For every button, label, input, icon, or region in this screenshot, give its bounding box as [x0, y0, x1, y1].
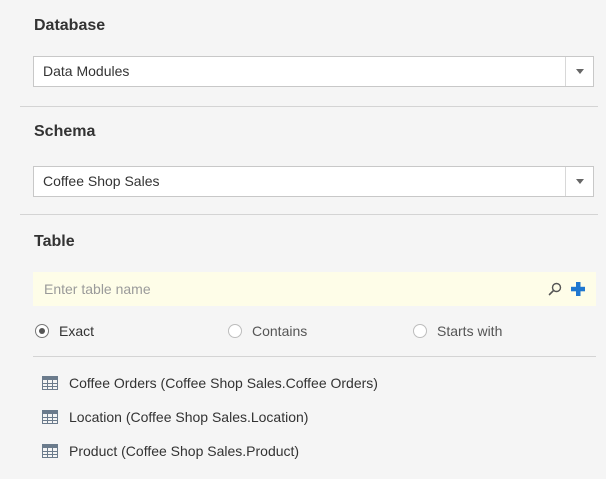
- database-select-value: Data Modules: [43, 63, 130, 79]
- database-dropdown-button[interactable]: [565, 57, 593, 86]
- table-icon: [42, 444, 58, 458]
- add-icon[interactable]: [570, 281, 586, 297]
- search-icon[interactable]: [548, 282, 562, 296]
- divider: [20, 214, 598, 215]
- table-list-item[interactable]: Product (Coffee Shop Sales.Product): [33, 434, 596, 468]
- schema-select[interactable]: Coffee Shop Sales: [33, 166, 594, 197]
- radio-contains[interactable]: Contains: [228, 319, 307, 343]
- radio-label: Contains: [252, 323, 308, 339]
- schema-dropdown-button[interactable]: [565, 167, 593, 196]
- radio-button[interactable]: [413, 324, 427, 338]
- divider: [33, 356, 596, 357]
- data-source-panel: Database Data Modules Schema Coffee Shop…: [0, 0, 606, 479]
- table-search-box: [33, 272, 596, 306]
- radio-starts-with[interactable]: Starts with: [413, 319, 502, 343]
- match-options: Exact Contains Starts with: [0, 319, 606, 343]
- divider: [20, 106, 598, 107]
- table-heading: Table: [34, 233, 75, 250]
- radio-exact[interactable]: Exact: [35, 319, 94, 343]
- table-name-input[interactable]: [33, 272, 533, 306]
- table-item-label: Coffee Orders (Coffee Shop Sales.Coffee …: [69, 375, 378, 391]
- table-list-item[interactable]: Coffee Orders (Coffee Shop Sales.Coffee …: [33, 366, 596, 400]
- table-item-label: Product (Coffee Shop Sales.Product): [69, 443, 300, 459]
- schema-select-value: Coffee Shop Sales: [43, 173, 160, 189]
- table-item-label: Location (Coffee Shop Sales.Location): [69, 409, 309, 425]
- chevron-down-icon: [576, 179, 584, 184]
- database-select[interactable]: Data Modules: [33, 56, 594, 87]
- database-heading: Database: [34, 17, 106, 34]
- radio-label: Exact: [59, 323, 95, 339]
- table-icon: [42, 376, 58, 390]
- schema-heading: Schema: [34, 123, 96, 140]
- table-icon: [42, 410, 58, 424]
- chevron-down-icon: [576, 69, 584, 74]
- radio-button-checked[interactable]: [35, 324, 49, 338]
- table-list: Coffee Orders (Coffee Shop Sales.Coffee …: [33, 366, 596, 468]
- radio-label: Starts with: [437, 323, 503, 339]
- table-list-item[interactable]: Location (Coffee Shop Sales.Location): [33, 400, 596, 434]
- radio-button[interactable]: [228, 324, 242, 338]
